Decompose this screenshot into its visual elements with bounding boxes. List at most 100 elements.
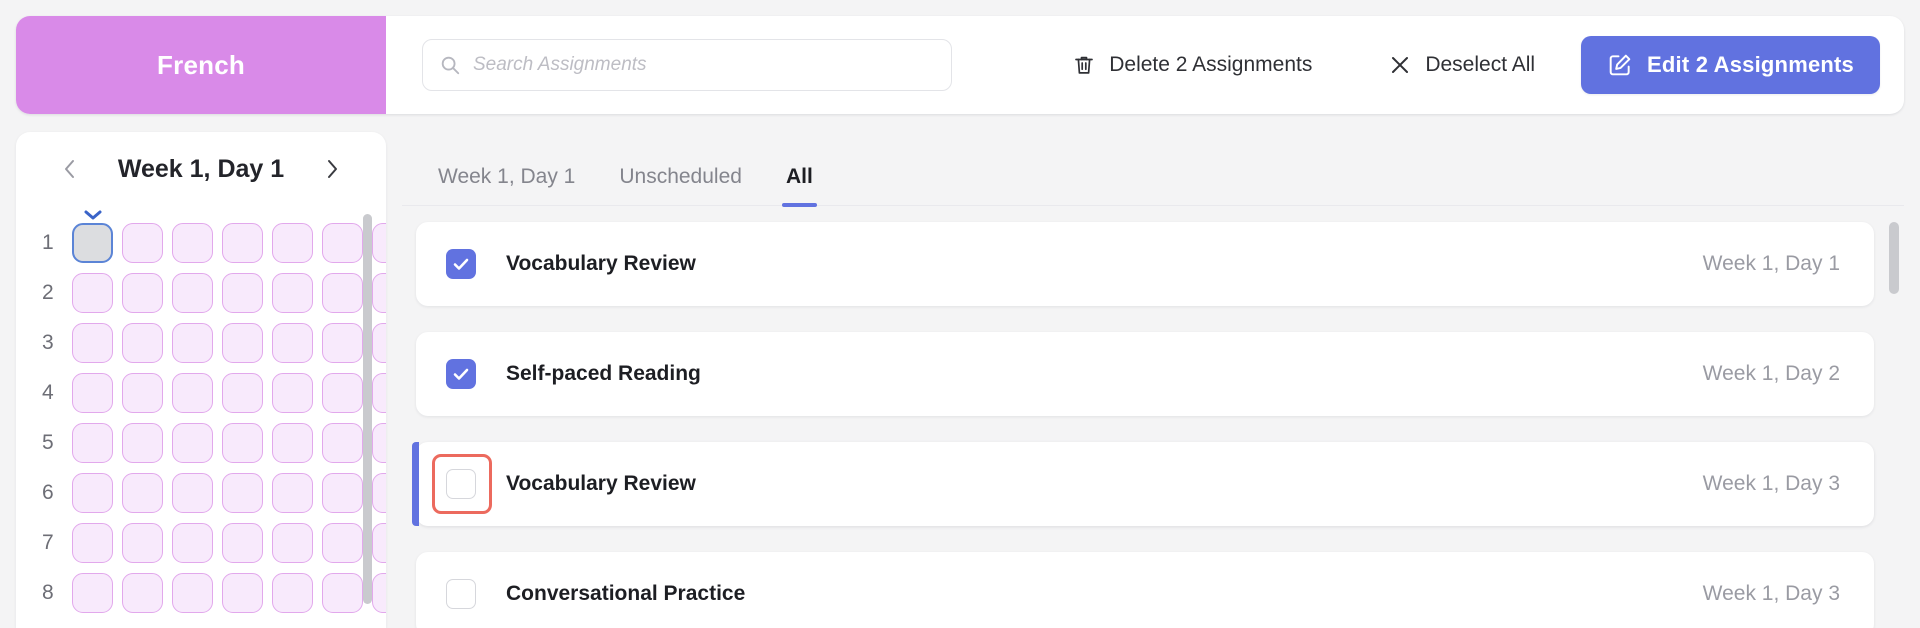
calendar-cell[interactable] [222, 473, 263, 513]
edit-assignments-button[interactable]: Edit 2 Assignments [1581, 36, 1880, 94]
calendar-row: 6 [42, 468, 386, 518]
calendar-cell[interactable] [72, 373, 113, 413]
checkbox-holder [446, 359, 476, 389]
calendar-cell[interactable] [222, 223, 263, 263]
calendar-cell[interactable] [222, 273, 263, 313]
calendar-cell[interactable] [272, 523, 313, 563]
calendar-cell[interactable] [322, 273, 363, 313]
calendar-cell[interactable] [72, 323, 113, 363]
tab-unscheduled[interactable]: Unscheduled [597, 165, 764, 205]
assignment-checkbox-checked[interactable] [446, 249, 476, 279]
calendar-cell[interactable] [372, 423, 386, 463]
calendar-cell-selected[interactable] [72, 210, 113, 263]
calendar-row-number: 6 [42, 481, 54, 504]
calendar-cell[interactable] [372, 323, 386, 363]
calendar-cell[interactable] [322, 473, 363, 513]
calendar-cell[interactable] [372, 523, 386, 563]
assignment-rows: Vocabulary Review Week 1, Day 1 Self-paced… [412, 222, 1904, 628]
calendar-cell[interactable] [72, 273, 113, 313]
assignment-checkbox-checked[interactable] [446, 359, 476, 389]
calendar-row: 7 [42, 518, 386, 568]
calendar-cell[interactable] [272, 373, 313, 413]
calendar-cell[interactable] [72, 423, 113, 463]
previous-week-button[interactable] [56, 152, 84, 186]
calendar-scrollbar[interactable] [363, 214, 372, 614]
calendar-cell[interactable] [122, 273, 163, 313]
calendar-cell[interactable] [122, 323, 163, 363]
calendar-cell[interactable] [172, 373, 213, 413]
calendar-cell[interactable] [72, 573, 113, 613]
assignment-checkbox-unchecked[interactable] [446, 579, 476, 609]
calendar-cell[interactable] [122, 473, 163, 513]
calendar-cell[interactable] [372, 223, 386, 263]
calendar-cell[interactable] [372, 373, 386, 413]
calendar-cell[interactable] [172, 323, 213, 363]
calendar-row-number: 7 [42, 531, 54, 554]
calendar-row-number: 2 [42, 281, 54, 304]
checkbox-holder [446, 579, 476, 609]
calendar-cell[interactable] [372, 473, 386, 513]
tabs-bar: Week 1, Day 1 Unscheduled All [402, 132, 1904, 207]
calendar-row: 5 [42, 418, 386, 468]
assignment-day-label: Week 1, Day 3 [1702, 582, 1840, 605]
subject-tile-french[interactable]: French [16, 16, 386, 114]
close-icon [1388, 53, 1412, 77]
calendar-scrollbar-thumb[interactable] [363, 214, 372, 604]
calendar-cell[interactable] [172, 473, 213, 513]
list-scrollbar-thumb[interactable] [1889, 222, 1899, 294]
search-box[interactable] [422, 39, 952, 91]
assignment-title: Self-paced Reading [506, 362, 701, 385]
assignment-row[interactable]: Conversational Practice Week 1, Day 3 [416, 552, 1874, 628]
calendar-cell[interactable] [72, 473, 113, 513]
assignment-row[interactable]: Vocabulary Review Week 1, Day 1 [416, 222, 1874, 306]
calendar-cell[interactable] [272, 573, 313, 613]
calendar-cell[interactable] [72, 523, 113, 563]
calendar-cell[interactable] [222, 523, 263, 563]
deselect-all-button[interactable]: Deselect All [1374, 43, 1549, 87]
calendar-cell[interactable] [322, 523, 363, 563]
calendar-cell[interactable] [372, 273, 386, 313]
calendar-cell[interactable] [172, 223, 213, 263]
calendar-cell[interactable] [172, 573, 213, 613]
tab-all[interactable]: All [764, 165, 835, 207]
calendar-cells [72, 523, 386, 563]
assignment-title: Conversational Practice [506, 582, 746, 605]
calendar-cell[interactable] [272, 223, 313, 263]
calendar-cell[interactable] [322, 573, 363, 613]
calendar-cell[interactable] [222, 423, 263, 463]
calendar-cell[interactable] [172, 523, 213, 563]
calendar-cell[interactable] [122, 523, 163, 563]
calendar-cell[interactable] [372, 573, 386, 613]
calendar-cell[interactable] [322, 223, 363, 263]
assignments-list: Vocabulary Review Week 1, Day 1 Self-paced… [402, 206, 1904, 628]
calendar-cell[interactable] [272, 473, 313, 513]
calendar-cell[interactable] [272, 323, 313, 363]
delete-assignments-button[interactable]: Delete 2 Assignments [1058, 43, 1326, 87]
calendar-cell[interactable] [222, 373, 263, 413]
next-week-button[interactable] [318, 152, 346, 186]
calendar-cell[interactable] [122, 223, 163, 263]
calendar-cell[interactable] [222, 323, 263, 363]
search-input[interactable] [473, 54, 935, 76]
calendar-cell[interactable] [122, 423, 163, 463]
calendar-cell[interactable] [322, 323, 363, 363]
calendar-cells [72, 323, 386, 363]
calendar-grid-wrapper: 1 2 3 4 5 6 7 8 [16, 206, 386, 628]
calendar-cell[interactable] [172, 273, 213, 313]
assignment-row[interactable]: Self-paced Reading Week 1, Day 2 [416, 332, 1874, 416]
checkbox-holder [432, 454, 492, 514]
calendar-cell[interactable] [172, 423, 213, 463]
assignment-checkbox-unchecked[interactable] [446, 469, 476, 499]
calendar-cell[interactable] [122, 573, 163, 613]
assignment-row[interactable]: Vocabulary Review Week 1, Day 3 [412, 442, 1874, 526]
deselect-all-label: Deselect All [1425, 53, 1536, 76]
calendar-cell[interactable] [272, 273, 313, 313]
calendar-cell[interactable] [322, 373, 363, 413]
list-scrollbar[interactable] [1889, 222, 1899, 620]
calendar-cell[interactable] [322, 423, 363, 463]
delete-assignments-label: Delete 2 Assignments [1109, 53, 1313, 76]
calendar-cell[interactable] [272, 423, 313, 463]
tab-week-1-day-1[interactable]: Week 1, Day 1 [416, 165, 597, 205]
calendar-cell[interactable] [122, 373, 163, 413]
calendar-cell[interactable] [222, 573, 263, 613]
